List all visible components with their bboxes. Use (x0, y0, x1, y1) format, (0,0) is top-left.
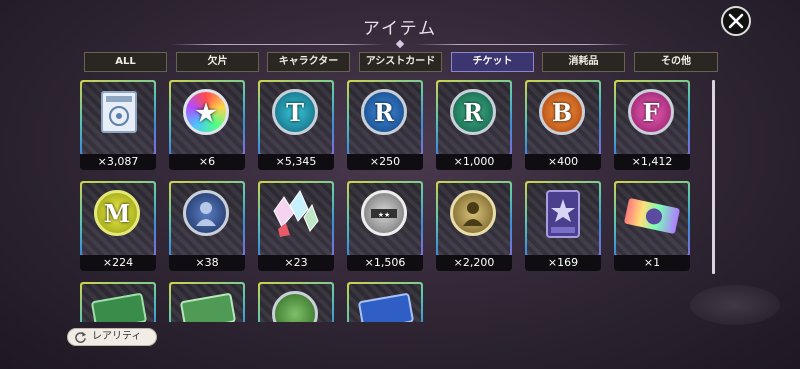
tab-fragments[interactable]: 欠片 (176, 52, 259, 72)
item-count: ×400 (525, 154, 601, 170)
item-card[interactable]: ×38 (169, 181, 245, 271)
item-card[interactable]: ×1 (614, 181, 690, 271)
item-card[interactable]: B ×400 (525, 80, 601, 170)
item-card[interactable]: ×3,087 (80, 80, 156, 170)
item-card[interactable]: ★ ×6 (169, 80, 245, 170)
background-glow (690, 285, 780, 325)
rarity-sort-button[interactable]: レアリティ (67, 328, 157, 346)
item-count: ×169 (525, 255, 601, 271)
coin-glyph: ★ (195, 97, 217, 127)
item-card[interactable] (80, 282, 156, 322)
crystal-shards-icon (273, 189, 319, 237)
tab-assist-cards[interactable]: アシストカード (359, 52, 442, 72)
rarity-label: レアリティ (92, 331, 142, 342)
tab-all[interactable]: ALL (84, 52, 167, 72)
item-card[interactable]: R ×250 (347, 80, 423, 170)
title-ornament (395, 39, 405, 49)
item-card[interactable]: M ×224 (80, 181, 156, 271)
document-ticket-icon (101, 91, 137, 133)
gold-character-coin-icon (450, 190, 496, 236)
item-count: ×6 (169, 154, 245, 170)
item-count: ×3,087 (80, 154, 156, 170)
item-count: ×2,200 (436, 255, 512, 271)
green-coin-icon (272, 291, 318, 322)
character-coin-icon (183, 190, 229, 236)
item-count: ×250 (347, 154, 423, 170)
tab-consumables[interactable]: 消耗品 (542, 52, 625, 72)
star-card-icon (546, 190, 580, 238)
page-title: アイテム (362, 19, 438, 39)
rainbow-ticket-icon (624, 198, 680, 234)
header: アイテム (0, 8, 800, 49)
tab-characters[interactable]: キャラクター (267, 52, 350, 72)
item-count: ×1,412 (614, 154, 690, 170)
coin-glyph: R (374, 97, 394, 127)
b-coin-icon: B (539, 89, 585, 135)
coin-glyph: R (463, 97, 483, 127)
title-divider-left (170, 44, 385, 45)
r-coin-blue-icon: R (361, 89, 407, 135)
item-count: ×23 (258, 255, 334, 271)
item-card[interactable]: F ×1,412 (614, 80, 690, 170)
rainbow-star-coin-icon: ★ (183, 89, 229, 135)
item-count: ×38 (169, 255, 245, 271)
scrollbar[interactable] (712, 80, 715, 274)
coin-glyph: B (551, 97, 573, 127)
silver-star-coin-icon: ★★ (361, 190, 407, 236)
item-count: ×1,000 (436, 154, 512, 170)
m-coin-icon: M (94, 190, 140, 236)
item-count: ×224 (80, 255, 156, 271)
r-coin-green-icon: R (450, 89, 496, 135)
item-count: ×1,506 (347, 255, 423, 271)
item-grid: ×3,087 ★ ×6 T ×5,345 R ×250 R ×1,000 B ×… (80, 80, 712, 322)
tab-others[interactable]: その他 (634, 52, 718, 72)
item-card[interactable]: R ×1,000 (436, 80, 512, 170)
item-card[interactable] (258, 282, 334, 322)
coin-glyph: M (103, 198, 131, 228)
item-count: ×5,345 (258, 154, 334, 170)
green-ticket-icon (180, 293, 236, 322)
t-coin-icon: T (272, 89, 318, 135)
refresh-icon (75, 331, 87, 343)
f-coin-icon: F (628, 89, 674, 135)
item-card[interactable]: ★★ ×1,506 (347, 181, 423, 271)
close-icon (728, 13, 744, 29)
item-card[interactable]: ×169 (525, 181, 601, 271)
item-card[interactable] (169, 282, 245, 322)
coin-glyph: F (642, 97, 660, 127)
item-count: ×1 (614, 255, 690, 271)
item-card[interactable] (347, 282, 423, 322)
green-ticket-icon (91, 293, 147, 322)
item-card[interactable]: ×23 (258, 181, 334, 271)
item-card[interactable]: ×2,200 (436, 181, 512, 271)
close-button[interactable] (721, 6, 751, 36)
item-card[interactable]: T ×5,345 (258, 80, 334, 170)
svg-text:★★: ★★ (378, 211, 391, 219)
blue-ticket-icon (358, 293, 414, 322)
title-divider-right (415, 44, 630, 45)
coin-glyph: T (286, 97, 304, 127)
tab-tickets[interactable]: チケット (451, 52, 534, 72)
